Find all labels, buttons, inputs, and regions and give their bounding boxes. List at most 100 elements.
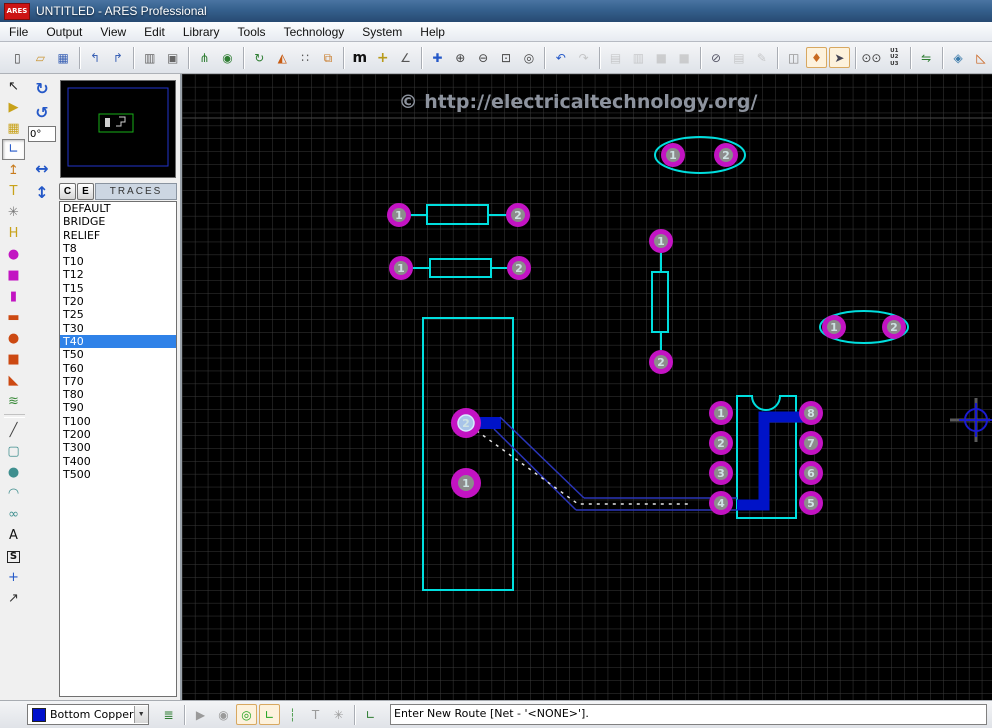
pad-1[interactable]: 1 bbox=[451, 468, 481, 498]
mark-output-area-button[interactable]: ▣ bbox=[162, 47, 183, 68]
trace-style-list[interactable]: DEFAULTBRIDGERELIEFT8T10T12T15T20T25T30T… bbox=[59, 201, 177, 697]
dimension-tool-button[interactable]: ↗ bbox=[2, 588, 25, 609]
auto-refresh-button[interactable]: ↻ bbox=[249, 47, 270, 68]
pre-production-check-button[interactable]: ◈ bbox=[948, 47, 969, 68]
pad-6[interactable]: 6 bbox=[799, 461, 823, 485]
trace-style-t500[interactable]: T500 bbox=[60, 468, 176, 481]
pad-8[interactable]: 8 bbox=[799, 401, 823, 425]
route-tool-button[interactable]: ∟ bbox=[2, 139, 25, 160]
trace-style-t60[interactable]: T60 bbox=[60, 362, 176, 375]
trace-style-t25[interactable]: T25 bbox=[60, 308, 176, 321]
trace-style-t20[interactable]: T20 bbox=[60, 295, 176, 308]
dil-pad-tool-button[interactable]: ▮ bbox=[2, 286, 25, 307]
pad-2[interactable]: 2 bbox=[882, 315, 906, 339]
edit-button[interactable]: E bbox=[77, 183, 94, 200]
make-device-button[interactable]: ▤ bbox=[729, 47, 750, 68]
block-delete-button[interactable]: ■ bbox=[674, 47, 695, 68]
pad-2[interactable]: 2 bbox=[649, 350, 673, 374]
trace-style-t40[interactable]: T40 bbox=[60, 335, 176, 348]
trace-style-t400[interactable]: T400 bbox=[60, 455, 176, 468]
redo-button[interactable]: ↷ bbox=[573, 47, 594, 68]
package-tool-button[interactable]: ▦ bbox=[2, 118, 25, 139]
trace-style-t300[interactable]: T300 bbox=[60, 441, 176, 454]
component-filter-button[interactable]: ▶ bbox=[190, 704, 211, 725]
world-view-button[interactable]: ◉ bbox=[217, 47, 238, 68]
menu-system[interactable]: System bbox=[353, 23, 411, 41]
trace-style-default[interactable]: DEFAULT bbox=[60, 202, 176, 215]
pad-1[interactable]: 1 bbox=[649, 229, 673, 253]
pad-1[interactable]: 1 bbox=[709, 401, 733, 425]
open-file-button[interactable]: ▱ bbox=[30, 47, 51, 68]
selection-tool-button[interactable]: ↖ bbox=[2, 76, 25, 97]
auto-annotate-button[interactable]: U1 U2 U3 bbox=[884, 47, 905, 68]
search-and-tag-button[interactable]: ⊙⊙ bbox=[861, 47, 882, 68]
false-origin-button[interactable]: + bbox=[372, 47, 393, 68]
trace-style-t50[interactable]: T50 bbox=[60, 348, 176, 361]
grid-toggle-button[interactable]: ∷ bbox=[295, 47, 316, 68]
menu-technology[interactable]: Technology bbox=[275, 23, 354, 41]
pad-tool-button[interactable]: T bbox=[2, 181, 25, 202]
trace-style-t8[interactable]: T8 bbox=[60, 242, 176, 255]
pad-1[interactable]: 1 bbox=[389, 256, 413, 280]
pad-2[interactable]: 2 bbox=[506, 203, 530, 227]
netlist-view-button[interactable]: ⋔ bbox=[194, 47, 215, 68]
library-maintenance-button[interactable]: ✎ bbox=[751, 47, 772, 68]
trace-style-bridge[interactable]: BRIDGE bbox=[60, 215, 176, 228]
line-2d-tool-button[interactable]: ╱ bbox=[2, 420, 25, 441]
layer-dropdown-button[interactable]: ▼ bbox=[134, 706, 148, 723]
zoom-region-button[interactable]: ⊡ bbox=[496, 47, 517, 68]
layer-colours-button[interactable]: ⧉ bbox=[318, 47, 339, 68]
circle-2d-tool-button[interactable]: ● bbox=[2, 462, 25, 483]
layer-selector[interactable]: Bottom Copper ▼ bbox=[27, 704, 149, 725]
flip-vertical-button[interactable]: ↕ bbox=[30, 182, 54, 204]
rotate-ccw-button[interactable]: ↺ bbox=[30, 102, 54, 124]
pad-3[interactable]: 3 bbox=[709, 461, 733, 485]
path-2d-tool-button[interactable]: ∞ bbox=[2, 504, 25, 525]
pad-4[interactable]: 4 bbox=[709, 491, 733, 515]
undo-button[interactable]: ↶ bbox=[550, 47, 571, 68]
export-layout-button[interactable]: ↱ bbox=[108, 47, 129, 68]
pad-filter-button[interactable]: ◉ bbox=[213, 704, 234, 725]
symbol-2d-tool-button[interactable]: S bbox=[2, 546, 25, 567]
round-trace-style-button[interactable]: ◎ bbox=[236, 704, 257, 725]
pad-2[interactable]: 2 bbox=[709, 431, 733, 455]
connectivity-tool-button[interactable]: H bbox=[2, 223, 25, 244]
trace-style-t30[interactable]: T30 bbox=[60, 322, 176, 335]
menu-help[interactable]: Help bbox=[411, 23, 454, 41]
route-mode-button[interactable]: ∟ bbox=[259, 704, 280, 725]
thermal-filter-button[interactable]: T bbox=[305, 704, 326, 725]
block-rotate-button[interactable]: ■ bbox=[651, 47, 672, 68]
ratsnest-filter-button[interactable]: ✳ bbox=[328, 704, 349, 725]
trace-style-t10[interactable]: T10 bbox=[60, 255, 176, 268]
create-button[interactable]: C bbox=[59, 183, 76, 200]
via-filter-button[interactable]: ┆ bbox=[282, 704, 303, 725]
pan-button[interactable]: ✚ bbox=[427, 47, 448, 68]
design-overview[interactable] bbox=[60, 80, 176, 178]
pad-7[interactable]: 7 bbox=[799, 431, 823, 455]
block-copy-button[interactable]: ▤ bbox=[605, 47, 626, 68]
component-tool-button[interactable]: ▶ bbox=[2, 97, 25, 118]
trace-style-t15[interactable]: T15 bbox=[60, 282, 176, 295]
trace-angle-lock-button[interactable]: ♦ bbox=[806, 47, 827, 68]
pad-2[interactable]: 2 bbox=[507, 256, 531, 280]
trace-style-t12[interactable]: T12 bbox=[60, 268, 176, 281]
arc-2d-tool-button[interactable]: ◠ bbox=[2, 483, 25, 504]
rotate-cw-button[interactable]: ↻ bbox=[30, 78, 54, 100]
trace-style-t200[interactable]: T200 bbox=[60, 428, 176, 441]
pad-2[interactable]: 2 bbox=[451, 408, 481, 438]
polygon-pad-tool-button[interactable]: ◣ bbox=[2, 370, 25, 391]
padstack-tool-button[interactable]: ≋ bbox=[2, 391, 25, 412]
via-tool-button[interactable]: ↥ bbox=[2, 160, 25, 181]
new-file-button[interactable]: ▯ bbox=[7, 47, 28, 68]
trace-style-t70[interactable]: T70 bbox=[60, 375, 176, 388]
x-cursor-button[interactable]: ∠ bbox=[395, 47, 416, 68]
zoom-all-button[interactable]: ◎ bbox=[519, 47, 540, 68]
window-titlebar[interactable]: ARES UNTITLED - ARES Professional bbox=[0, 0, 992, 22]
auto-router-button[interactable]: ⇋ bbox=[916, 47, 937, 68]
zoom-in-button[interactable]: ⊕ bbox=[450, 47, 471, 68]
zoom-out-button[interactable]: ⊖ bbox=[473, 47, 494, 68]
trace-style-relief[interactable]: RELIEF bbox=[60, 229, 176, 242]
save-file-button[interactable]: ▦ bbox=[53, 47, 74, 68]
circle-smt-pad-tool-button[interactable]: ● bbox=[2, 328, 25, 349]
menu-file[interactable]: File bbox=[0, 23, 37, 41]
